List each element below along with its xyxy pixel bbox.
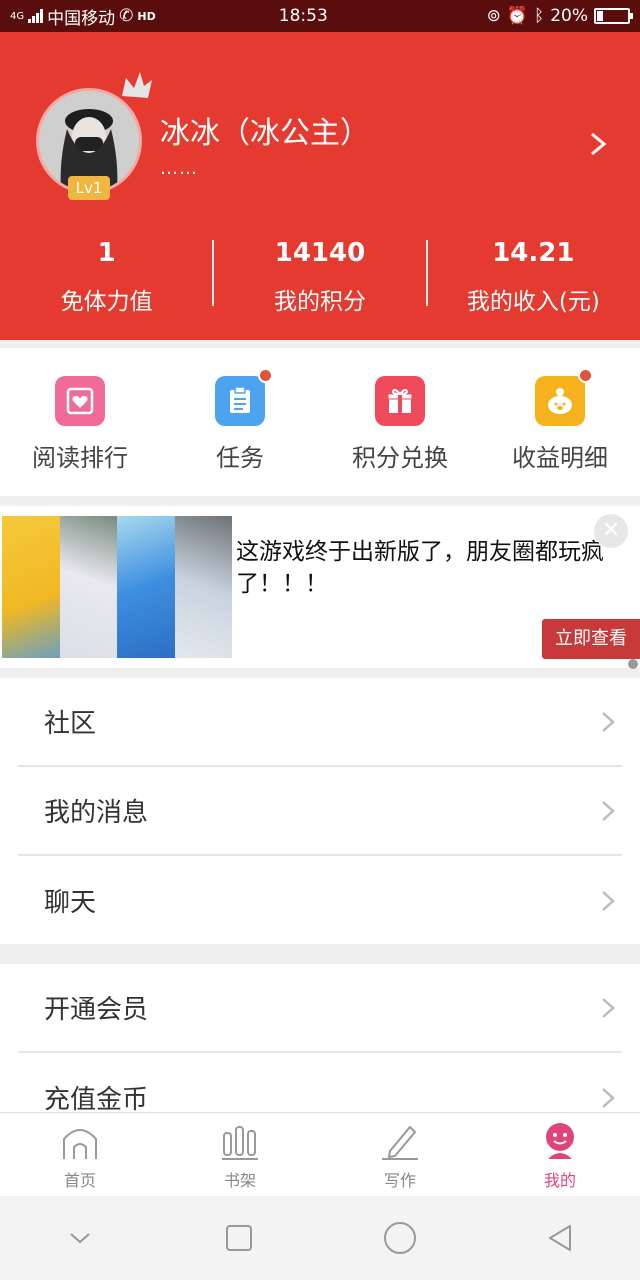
notification-dot [258,368,273,383]
ad-mark-icon [628,659,638,669]
ad-text[interactable]: 这游戏终于出新版了，朋友圈都玩疯了！！！ [236,536,626,600]
level-badge: Lv1 [68,176,110,200]
menu-item-label: 我的消息 [44,798,149,828]
rotation-lock-icon: ⊚ [486,6,501,26]
chevron-right-icon [602,800,615,821]
user-subtitle: …… [160,158,198,179]
username[interactable]: 冰冰（冰公主） [160,108,370,152]
clock: 18:53 [278,6,328,26]
hd-label: HD [137,9,156,23]
menu-list-1: 社区 我的消息 聊天 [0,678,640,944]
stats-row: 1 免体力值 14140 我的积分 14.21 我的收入(元) [0,232,640,322]
profile-header: Lv1 冰冰（冰公主） …… 1 免体力值 14140 我的积分 14.21 我… [0,32,640,340]
bottom-tab-bar: 首页 书架 写作 我的 [0,1112,640,1196]
crown-icon [122,72,152,98]
chevron-right-icon [602,890,615,911]
quick-item-label: 收益明细 [512,444,608,472]
signal-icon [28,9,44,23]
tab-home[interactable]: 首页 [0,1113,160,1196]
piggy-bank-icon [535,368,593,426]
home-button-icon[interactable] [383,1221,417,1255]
home-icon [63,1129,97,1159]
ad-image[interactable] [2,516,232,658]
recent-apps-icon[interactable] [224,1223,254,1253]
back-icon[interactable] [546,1223,576,1253]
tab-label: 首页 [63,1171,96,1190]
stat-points[interactable]: 14140 我的积分 [212,232,426,322]
status-bar: 4G 中国移动 ✆ HD 18:53 ⊚ ⏰ ᛒ 20% [0,0,640,32]
stat-label: 我的收入(元) [466,289,600,315]
quick-item-earnings-detail[interactable]: 收益明细 [480,348,640,496]
stat-divider [212,240,215,306]
network-type: 4G [10,10,25,22]
chevron-right-icon [602,1087,615,1108]
stat-divider [425,240,428,306]
chevron-right-icon [602,711,615,732]
menu-item-recharge[interactable]: 充值金币 [18,1053,622,1114]
close-icon[interactable]: ✕ [594,514,628,548]
tab-write[interactable]: 写作 [320,1113,480,1196]
stat-label: 免体力值 [60,289,153,315]
menu-list-2: 开通会员 充值金币 [0,964,640,1114]
quick-item-label: 阅读排行 [32,444,128,472]
menu-item-label: 充值金币 [44,1085,149,1114]
tab-mine[interactable]: 我的 [480,1113,640,1196]
stat-income[interactable]: 14.21 我的收入(元) [425,232,640,322]
stat-label: 我的积分 [273,289,366,315]
ad-view-button[interactable]: 立即查看 [542,619,640,659]
carrier-name: 中国移动 [47,8,116,29]
quick-item-label: 积分兑换 [352,444,448,472]
tab-bookshelf[interactable]: 书架 [160,1113,320,1196]
bluetooth-icon: ᛒ [534,6,545,26]
quick-item-points-exchange[interactable]: 积分兑换 [320,348,480,496]
gift-icon [375,376,425,426]
hd-call-icon: ✆ [119,6,134,26]
profile-icon [546,1123,574,1159]
heart-book-icon [55,376,105,426]
stat-value: 14.21 [492,238,575,268]
menu-item-label: 社区 [44,709,97,739]
stat-value: 14140 [274,238,366,268]
tab-label: 我的 [543,1171,576,1190]
notification-dot [578,368,593,383]
ad-banner[interactable]: 这游戏终于出新版了，朋友圈都玩疯了！！！ ✕ 立即查看 [0,506,640,669]
stat-value: 1 [97,238,116,268]
bookshelf-icon [222,1126,258,1160]
menu-item-vip[interactable]: 开通会员 [18,964,622,1053]
menu-item-community[interactable]: 社区 [18,678,622,767]
menu-item-label: 聊天 [44,888,97,918]
menu-item-messages[interactable]: 我的消息 [18,767,622,856]
alarm-icon: ⏰ [506,6,528,26]
battery-percent: 20% [550,6,588,26]
menu-item-label: 开通会员 [44,995,149,1025]
avatar-container[interactable]: Lv1 [36,72,152,200]
quick-menu: 阅读排行 任务 积分兑换 收益明细 [0,348,640,496]
quick-item-reading-rank[interactable]: 阅读排行 [0,348,160,496]
chevron-down-icon[interactable] [65,1223,95,1253]
system-nav-bar [0,1196,640,1280]
tab-label: 写作 [383,1171,416,1190]
clipboard-icon [215,368,273,426]
quick-item-tasks[interactable]: 任务 [160,348,320,496]
chevron-right-icon[interactable] [586,130,610,158]
stat-stamina[interactable]: 1 免体力值 [0,232,213,322]
tab-label: 书架 [223,1171,256,1190]
battery-icon [594,8,633,24]
menu-item-chat[interactable]: 聊天 [18,856,622,945]
chevron-right-icon [602,997,615,1018]
quick-item-label: 任务 [216,444,264,472]
pencil-icon [382,1125,418,1160]
